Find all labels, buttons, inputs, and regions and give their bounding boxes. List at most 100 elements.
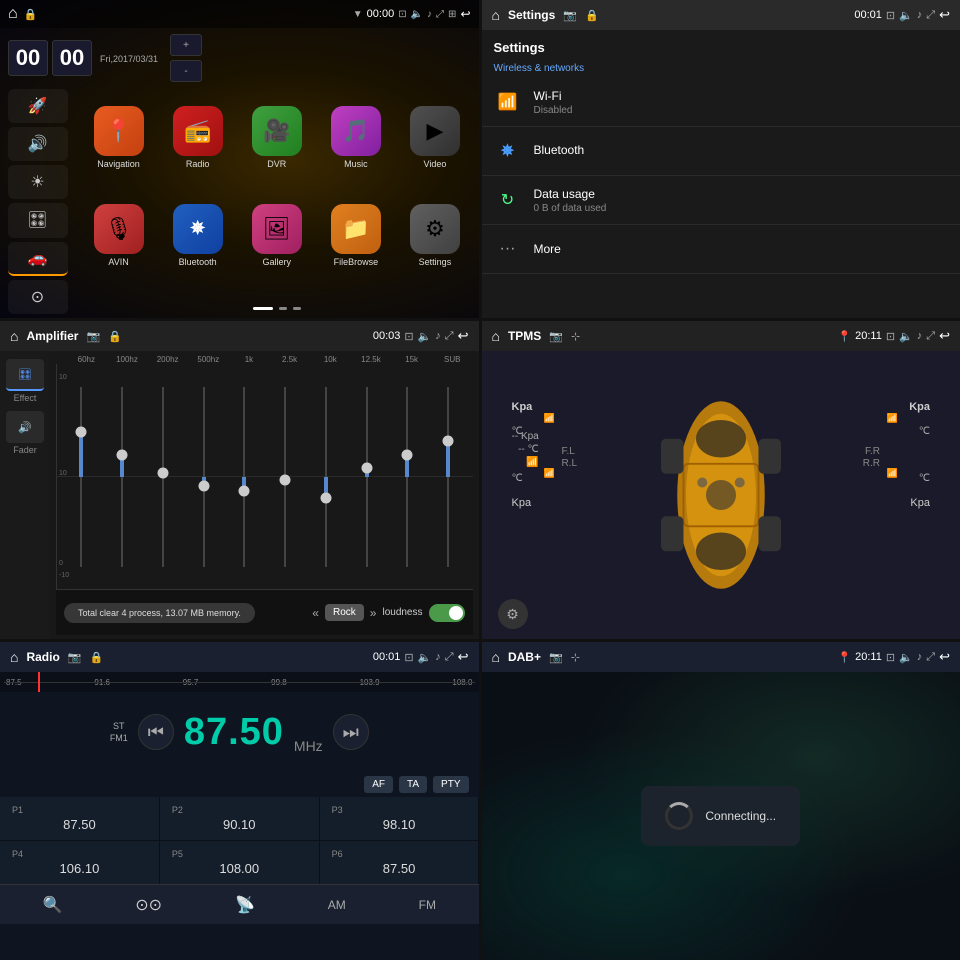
- prev-preset-btn[interactable]: «: [312, 606, 319, 620]
- eq-slider-8[interactable]: [387, 364, 428, 589]
- home-icon[interactable]: ⌂: [492, 7, 500, 23]
- radio-info: ST FM1: [110, 721, 128, 743]
- more-title: More: [534, 242, 949, 256]
- back6-icon[interactable]: ↩: [939, 649, 950, 665]
- settings-app-icon: ⚙: [410, 204, 460, 254]
- camera3-icon: 📷: [86, 330, 100, 343]
- app-filebrowse[interactable]: 📁 FileBrowse: [318, 189, 393, 283]
- bluetooth-radio-icon[interactable]: ⊙⊙: [135, 895, 162, 915]
- app-music[interactable]: 🎵 Music: [318, 91, 393, 185]
- settings-page-title: Settings: [482, 30, 960, 59]
- vol-down-btn[interactable]: -: [170, 60, 202, 82]
- data-usage-icon: ↻: [494, 186, 522, 214]
- eq-slider-7[interactable]: [346, 364, 387, 589]
- back4-icon[interactable]: ↩: [939, 328, 950, 344]
- data-subtitle: 0 B of data used: [534, 203, 949, 214]
- next-preset-btn[interactable]: »: [370, 606, 377, 620]
- preset-p4[interactable]: P4 106.10: [0, 841, 159, 884]
- preset-rock-btn[interactable]: Rock: [325, 604, 364, 621]
- expand6-icon: ⤢: [926, 651, 935, 664]
- home-icon[interactable]: ⌂: [8, 5, 18, 23]
- back3-icon[interactable]: ↩: [458, 328, 469, 344]
- tpms-body: -- Kpa -- ℃ 📶 Kpa Kpa Kpa Kpa ℃ ℃ ℃ ℃ F.…: [482, 351, 960, 639]
- screen6-icon: ⊡: [886, 651, 895, 664]
- home5-icon[interactable]: ⌂: [10, 649, 18, 665]
- time-display: 00:00: [367, 8, 395, 20]
- side-btn-menu[interactable]: ⊙: [8, 280, 68, 314]
- eq-labels: 60hz 100hz 200hz 500hz 1k 2.5k 10k 12.5k…: [56, 355, 473, 364]
- app-navigation[interactable]: 📍 Navigation: [81, 91, 156, 185]
- app-video[interactable]: ▶ Video: [397, 91, 472, 185]
- preset-p1[interactable]: P1 87.50: [0, 797, 159, 840]
- eq-slider-2[interactable]: [143, 364, 184, 589]
- prev-station-btn[interactable]: ⏮: [138, 714, 174, 750]
- mode-label: FM1: [110, 733, 128, 743]
- side-btn-brightness[interactable]: ☀: [8, 165, 68, 199]
- back-icon[interactable]: ↩: [460, 7, 470, 21]
- preset-p2[interactable]: P2 90.10: [160, 797, 319, 840]
- back2-icon[interactable]: ↩: [939, 7, 950, 23]
- back5-icon[interactable]: ↩: [458, 649, 469, 665]
- home6-icon[interactable]: ⌂: [492, 649, 500, 665]
- effect-btn[interactable]: 🎛 Effect: [5, 359, 45, 403]
- settings-more[interactable]: ··· More: [482, 225, 960, 274]
- eq-bottom: Total clear 4 process, 13.07 MB memory. …: [56, 590, 473, 635]
- fm-btn[interactable]: FM: [419, 898, 436, 912]
- pty-tag[interactable]: PTY: [433, 776, 468, 793]
- connecting-text: Connecting...: [705, 809, 776, 823]
- stereo-label: ST: [113, 721, 125, 731]
- app-radio[interactable]: 📻 Radio: [160, 91, 235, 185]
- side-btn-eq[interactable]: 🎛: [8, 203, 68, 237]
- tpms-settings-btn[interactable]: ⚙: [498, 599, 528, 629]
- radio-icon: 📻: [173, 106, 223, 156]
- topbar-settings: ⌂ Settings 📷 🔒 00:01 ⊡ 🔈 ♪ ⤢ ↩: [482, 0, 960, 30]
- app-gallery[interactable]: 🖼 Gallery: [239, 189, 314, 283]
- eq-slider-1[interactable]: [102, 364, 143, 589]
- dot-1[interactable]: [253, 307, 273, 310]
- preset-p5[interactable]: P5 108.00: [160, 841, 319, 884]
- preset-p6[interactable]: P6 87.50: [320, 841, 479, 884]
- app-bluetooth[interactable]: ✵ Bluetooth: [160, 189, 235, 283]
- fader-btn[interactable]: 🔊 Fader: [5, 411, 45, 455]
- fr-c: ℃: [919, 426, 930, 437]
- side-btn-volume[interactable]: 🔊: [8, 127, 68, 161]
- settings-bluetooth[interactable]: ✵ Bluetooth: [482, 127, 960, 176]
- settings-data-usage[interactable]: ↻ Data usage 0 B of data used: [482, 176, 960, 225]
- vol-up-btn[interactable]: +: [170, 34, 202, 56]
- amp-sidebar: 🎛 Effect 🔊 Fader: [0, 351, 50, 639]
- next-station-btn[interactable]: ⏭: [333, 714, 369, 750]
- eq-slider-6[interactable]: [306, 364, 347, 589]
- loudness-toggle[interactable]: [429, 604, 465, 622]
- eq-slider-0[interactable]: [61, 364, 102, 589]
- camera4-icon: 📷: [549, 330, 563, 343]
- side-btn-car[interactable]: 🚗: [8, 242, 68, 276]
- screen4-icon: ⊡: [886, 330, 895, 343]
- am-btn[interactable]: AM: [328, 898, 346, 912]
- eq-slider-9[interactable]: [428, 364, 469, 589]
- side-btn-rocket[interactable]: 🚀: [8, 89, 68, 123]
- preset-p3[interactable]: P3 98.10: [320, 797, 479, 840]
- eq-slider-3[interactable]: [183, 364, 224, 589]
- antenna-icon[interactable]: 📡: [235, 895, 255, 915]
- app-avin[interactable]: 🎙 AVIN: [81, 189, 156, 283]
- topbar-radio: ⌂ Radio 📷 🔒 00:01 ⊡ 🔈 ♪ ⤢ ↩: [0, 642, 479, 672]
- vol4-icon: 🔈: [899, 330, 913, 343]
- frequency-bar[interactable]: 87.5 91.6 95.7 99.8 103.9 108.0: [0, 672, 479, 692]
- presets-grid: P1 87.50 P2 90.10 P3 98.10 P4 106.10 P5 …: [0, 797, 479, 884]
- ta-tag[interactable]: TA: [399, 776, 427, 793]
- app-settings[interactable]: ⚙ Settings: [397, 189, 472, 283]
- radio-screen: ⌂ Radio 📷 🔒 00:01 ⊡ 🔈 ♪ ⤢ ↩ 87.5 91.6 95…: [0, 642, 479, 960]
- dot-3[interactable]: [293, 307, 301, 310]
- lock3-icon: 🔒: [108, 330, 122, 343]
- eq-slider-4[interactable]: [224, 364, 265, 589]
- eq-label-1k: 1k: [229, 355, 270, 364]
- af-tag[interactable]: AF: [364, 776, 393, 793]
- settings-wifi[interactable]: 📶 Wi-Fi Disabled: [482, 78, 960, 127]
- dot-2[interactable]: [279, 307, 287, 310]
- app-dvr[interactable]: 🎥 DVR: [239, 91, 314, 185]
- search-radio-icon[interactable]: 🔍: [42, 895, 62, 915]
- home4-icon[interactable]: ⌂: [492, 328, 500, 344]
- eq-slider-5[interactable]: [265, 364, 306, 589]
- filebrowse-label: FileBrowse: [334, 257, 379, 267]
- home3-icon[interactable]: ⌂: [10, 328, 18, 344]
